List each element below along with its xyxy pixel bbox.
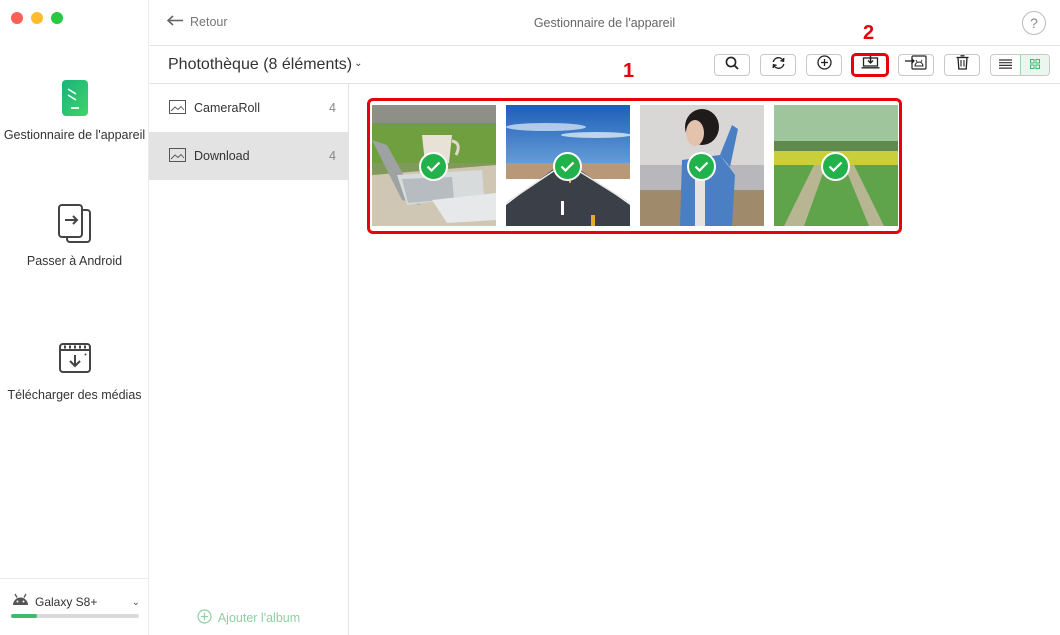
sidebar-item-device-manager[interactable]: Gestionnaire de l'appareil xyxy=(0,74,149,142)
export-to-computer-button[interactable] xyxy=(851,53,889,77)
library-title: Photothèque (8 éléments) xyxy=(168,56,353,73)
chevron-down-icon[interactable]: ⌄ xyxy=(132,597,140,608)
switch-to-android-icon xyxy=(51,200,99,248)
delete-button[interactable] xyxy=(944,54,980,76)
window-title: Gestionnaire de l'appareil xyxy=(533,16,676,30)
grid-view-button[interactable] xyxy=(1019,55,1049,75)
list-view-button[interactable] xyxy=(991,55,1020,75)
annotation-step-2: 2 xyxy=(863,22,875,44)
image-icon xyxy=(169,147,186,165)
add-album-button[interactable]: Ajouter l'album xyxy=(149,609,348,627)
selected-check-icon xyxy=(821,152,850,181)
grid-view-icon xyxy=(1029,56,1040,74)
device-name: Galaxy S8+ xyxy=(35,595,98,609)
refresh-icon xyxy=(771,56,786,75)
sidebar-item-download-media[interactable]: Télécharger des médias xyxy=(0,334,149,402)
window-controls xyxy=(11,12,63,24)
send-to-device-icon xyxy=(905,55,927,75)
annotation-step-1: 1 xyxy=(623,60,635,82)
selected-check-icon xyxy=(419,152,448,181)
sidebar: Gestionnaire de l'appareil Passer à Andr… xyxy=(0,0,149,635)
photo-thumbnail[interactable] xyxy=(372,105,496,226)
search-icon xyxy=(725,56,739,75)
refresh-button[interactable] xyxy=(760,54,796,76)
toolbar: Photothèque (8 éléments) ⌄ xyxy=(149,46,1060,84)
sidebar-item-label: Télécharger des médias xyxy=(7,388,142,402)
phone-manager-icon xyxy=(51,74,99,122)
sidebar-item-switch-to-android[interactable]: Passer à Android xyxy=(0,200,149,268)
download-media-icon xyxy=(51,334,99,382)
album-name: Download xyxy=(194,149,250,163)
add-album-label: Ajouter l'album xyxy=(217,611,301,625)
list-view-icon xyxy=(998,56,1012,74)
album-name: CameraRoll xyxy=(194,101,260,115)
library-title-dropdown[interactable]: Photothèque (8 éléments) ⌄ xyxy=(168,56,363,74)
add-button[interactable] xyxy=(806,54,842,76)
photo-thumbnail[interactable] xyxy=(506,105,630,226)
album-item-cameraroll[interactable]: CameraRoll 4 xyxy=(149,84,348,132)
photo-thumbnail[interactable] xyxy=(640,105,764,226)
sidebar-item-label: Passer à Android xyxy=(26,254,123,268)
add-circle-icon xyxy=(197,609,212,627)
app-window: Gestionnaire de l'appareil Passer à Andr… xyxy=(0,0,1060,635)
storage-fill xyxy=(11,614,37,618)
chevron-down-icon: ⌄ xyxy=(354,58,363,69)
album-count: 4 xyxy=(329,101,336,115)
add-icon xyxy=(816,55,832,75)
trash-icon xyxy=(956,55,969,75)
photo-thumbnail[interactable] xyxy=(774,105,898,226)
album-count: 4 xyxy=(329,149,336,163)
minimize-window-button[interactable] xyxy=(31,12,43,24)
image-icon xyxy=(169,99,186,117)
help-button[interactable]: ? xyxy=(1022,11,1046,35)
sidebar-item-label: Gestionnaire de l'appareil xyxy=(3,128,146,142)
android-icon xyxy=(12,593,29,611)
send-to-device-button[interactable] xyxy=(898,54,934,76)
search-button[interactable] xyxy=(714,54,750,76)
maximize-window-button[interactable] xyxy=(51,12,63,24)
album-item-download[interactable]: Download 4 xyxy=(149,132,348,180)
album-list: CameraRoll 4 Download 4 Ajouter l'album xyxy=(149,84,349,635)
selected-check-icon xyxy=(687,152,716,181)
selected-check-icon xyxy=(553,152,582,181)
export-icon xyxy=(861,56,880,74)
device-selector[interactable]: Galaxy S8+ ⌄ xyxy=(0,578,149,635)
title-bar: Retour Gestionnaire de l'appareil ? xyxy=(149,0,1060,46)
view-mode-toggle xyxy=(990,54,1050,76)
close-window-button[interactable] xyxy=(11,12,23,24)
storage-bar xyxy=(11,614,139,618)
